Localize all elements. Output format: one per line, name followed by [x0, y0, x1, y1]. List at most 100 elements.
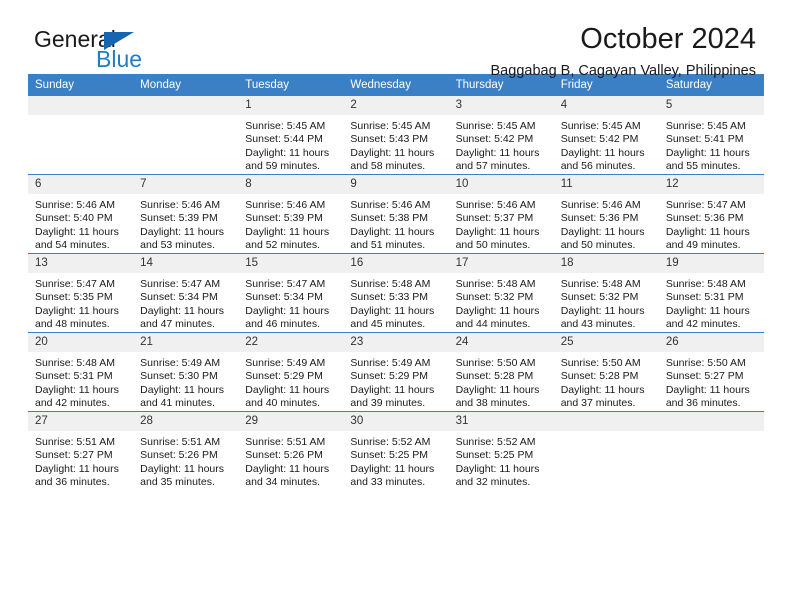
daylight-text-line1: Daylight: 11 hours	[560, 383, 645, 396]
day-number: 17	[448, 254, 554, 273]
day-number: 10	[448, 175, 554, 194]
calendar-day-cell[interactable]: 13 Sunrise: 5:47 AM Sunset: 5:35 PM Dayligh…	[28, 253, 134, 333]
day-number: 12	[658, 175, 764, 194]
calendar-day-cell[interactable]: 27 Sunrise: 5:51 AM Sunset: 5:27 PM Dayligh…	[28, 411, 134, 490]
sunrise-text: Sunrise: 5:46 AM	[245, 199, 326, 211]
daylight-text-line2: and 58 minutes.	[350, 160, 426, 173]
daylight-text-line1: Daylight: 11 hours	[245, 146, 330, 159]
weekday-sunday: Sunday	[28, 74, 134, 96]
day-number	[28, 96, 134, 115]
sunrise-text: Sunrise: 5:52 AM	[350, 436, 431, 448]
daylight-text-line1: Daylight: 11 hours	[560, 225, 645, 238]
page-subtitle: Baggabag B, Cagayan Valley, Philippines	[490, 63, 756, 79]
calendar-day-cell[interactable]: 4 Sunrise: 5:45 AM Sunset: 5:42 PM Daylight…	[553, 96, 659, 175]
daylight-text-line2: and 52 minutes.	[245, 239, 320, 252]
daylight-text-line2: and 41 minutes.	[140, 397, 215, 410]
calendar-day-cell[interactable]: 24 Sunrise: 5:50 AM Sunset: 5:28 PM Dayligh…	[448, 332, 554, 412]
day-sun-info: Sunrise: 5:45 AM Sunset: 5:43 PM Daylight:…	[343, 115, 448, 174]
daylight-text-line1: Daylight: 11 hours	[245, 462, 330, 475]
day-sun-info: Sunrise: 5:50 AM Sunset: 5:28 PM Daylight:…	[554, 352, 659, 411]
calendar-day-cell[interactable]: 5 Sunrise: 5:45 AM Sunset: 5:41 PM Daylight…	[658, 96, 764, 175]
sunset-text: Sunset: 5:39 PM	[245, 212, 323, 225]
weekday-monday: Monday	[133, 74, 239, 96]
calendar-week-row: 6 Sunrise: 5:46 AM Sunset: 5:40 PM Daylight…	[28, 174, 764, 254]
calendar-day-cell[interactable]: 3 Sunrise: 5:45 AM Sunset: 5:42 PM Daylight…	[448, 96, 554, 175]
calendar-day-cell[interactable]: 16 Sunrise: 5:48 AM Sunset: 5:33 PM Dayligh…	[343, 253, 449, 333]
calendar-day-cell[interactable]: 26 Sunrise: 5:50 AM Sunset: 5:27 PM Dayligh…	[658, 332, 764, 412]
calendar-day-cell[interactable]: 18 Sunrise: 5:48 AM Sunset: 5:32 PM Dayligh…	[553, 253, 659, 333]
day-number: 28	[133, 412, 239, 431]
calendar-day-cell[interactable]: 6 Sunrise: 5:46 AM Sunset: 5:40 PM Daylight…	[28, 174, 134, 254]
calendar-day-cell[interactable]: 8 Sunrise: 5:46 AM Sunset: 5:39 PM Daylight…	[238, 174, 344, 254]
sunrise-text: Sunrise: 5:49 AM	[245, 357, 326, 369]
daylight-text-line1: Daylight: 11 hours	[140, 462, 224, 475]
calendar-day-cell[interactable]: 2 Sunrise: 5:45 AM Sunset: 5:43 PM Daylight…	[343, 96, 449, 175]
calendar-day-cell[interactable]: 31 Sunrise: 5:52 AM Sunset: 5:25 PM Dayligh…	[448, 411, 554, 490]
sunrise-text: Sunrise: 5:49 AM	[140, 357, 221, 369]
day-number: 7	[133, 175, 239, 194]
calendar-day-cell[interactable]: 22 Sunrise: 5:49 AM Sunset: 5:29 PM Dayligh…	[238, 332, 344, 412]
logo-text-blue: Blue	[96, 46, 143, 72]
daylight-text-line2: and 54 minutes.	[35, 239, 110, 252]
day-sun-info: Sunrise: 5:46 AM Sunset: 5:38 PM Daylight:…	[343, 194, 448, 253]
sunset-text: Sunset: 5:28 PM	[560, 370, 639, 383]
daylight-text-line2: and 56 minutes.	[560, 160, 636, 173]
sunset-text: Sunset: 5:33 PM	[350, 291, 429, 304]
calendar-day-cell[interactable]: 28 Sunrise: 5:51 AM Sunset: 5:26 PM Dayligh…	[133, 411, 239, 490]
logo-general-blue[interactable]: General Blue	[34, 28, 254, 76]
day-sun-info: Sunrise: 5:52 AM Sunset: 5:25 PM Daylight:…	[343, 431, 448, 490]
sunrise-text: Sunrise: 5:48 AM	[665, 278, 746, 290]
daylight-text-line1: Daylight: 11 hours	[140, 304, 224, 317]
calendar-day-cell[interactable]: 21 Sunrise: 5:49 AM Sunset: 5:30 PM Dayligh…	[133, 332, 239, 412]
daylight-text-line1: Daylight: 11 hours	[350, 462, 435, 475]
sunset-text: Sunset: 5:34 PM	[140, 291, 218, 304]
calendar-day-cell[interactable]: 12 Sunrise: 5:47 AM Sunset: 5:36 PM Dayligh…	[658, 174, 764, 254]
sunrise-text: Sunrise: 5:50 AM	[665, 357, 746, 369]
daylight-text-line2: and 36 minutes.	[35, 476, 110, 489]
calendar-day-cell[interactable]: 29 Sunrise: 5:51 AM Sunset: 5:26 PM Dayligh…	[238, 411, 344, 490]
calendar-day-cell[interactable]: 19 Sunrise: 5:48 AM Sunset: 5:31 PM Dayligh…	[658, 253, 764, 333]
calendar-day-cell[interactable]: 17 Sunrise: 5:48 AM Sunset: 5:32 PM Dayligh…	[448, 253, 554, 333]
day-number: 26	[658, 333, 764, 352]
daylight-text-line1: Daylight: 11 hours	[350, 304, 435, 317]
daylight-text-line2: and 42 minutes.	[665, 318, 741, 331]
calendar-page: General Blue October 2024 Baggabag B, Ca…	[0, 0, 792, 612]
calendar-day-cell[interactable]: 1 Sunrise: 5:45 AM Sunset: 5:44 PM Daylight…	[238, 96, 344, 175]
calendar-day-cell[interactable]: 9 Sunrise: 5:46 AM Sunset: 5:38 PM Daylight…	[343, 174, 449, 254]
calendar-day-cell-empty	[28, 96, 134, 175]
calendar-day-cell[interactable]: 14 Sunrise: 5:47 AM Sunset: 5:34 PM Dayligh…	[133, 253, 239, 333]
calendar-day-cell[interactable]: 20 Sunrise: 5:48 AM Sunset: 5:31 PM Dayligh…	[28, 332, 134, 412]
day-number: 5	[658, 96, 764, 115]
day-sun-info: Sunrise: 5:50 AM Sunset: 5:28 PM Daylight:…	[449, 352, 554, 411]
sunset-text: Sunset: 5:27 PM	[665, 370, 744, 383]
calendar-day-cell[interactable]: 11 Sunrise: 5:46 AM Sunset: 5:36 PM Dayligh…	[553, 174, 659, 254]
calendar-day-cell-empty	[133, 96, 239, 175]
daylight-text-line1: Daylight: 11 hours	[665, 146, 750, 159]
calendar-day-cell[interactable]: 15 Sunrise: 5:47 AM Sunset: 5:34 PM Dayligh…	[238, 253, 344, 333]
calendar-week-row: 20 Sunrise: 5:48 AM Sunset: 5:31 PM Dayligh…	[28, 332, 764, 412]
calendar-day-cell[interactable]: 25 Sunrise: 5:50 AM Sunset: 5:28 PM Dayligh…	[553, 332, 659, 412]
daylight-text-line2: and 53 minutes.	[140, 239, 215, 252]
calendar-day-cell[interactable]: 7 Sunrise: 5:46 AM Sunset: 5:39 PM Daylight…	[133, 174, 239, 254]
day-number: 1	[238, 96, 344, 115]
daylight-text-line2: and 33 minutes.	[350, 476, 426, 489]
sunset-text: Sunset: 5:27 PM	[35, 449, 113, 462]
daylight-text-line2: and 46 minutes.	[245, 318, 320, 331]
sunrise-text: Sunrise: 5:45 AM	[350, 120, 431, 132]
sunrise-text: Sunrise: 5:45 AM	[455, 120, 536, 132]
calendar-day-cell[interactable]: 23 Sunrise: 5:49 AM Sunset: 5:29 PM Dayligh…	[343, 332, 449, 412]
sunrise-text: Sunrise: 5:50 AM	[455, 357, 536, 369]
page-title: October 2024	[580, 23, 756, 55]
day-sun-info: Sunrise: 5:46 AM Sunset: 5:36 PM Daylight:…	[554, 194, 659, 253]
day-sun-info: Sunrise: 5:46 AM Sunset: 5:37 PM Daylight:…	[449, 194, 554, 253]
daylight-text-line2: and 36 minutes.	[665, 397, 741, 410]
calendar-day-cell[interactable]: 10 Sunrise: 5:46 AM Sunset: 5:37 PM Dayligh…	[448, 174, 554, 254]
day-number: 31	[448, 412, 554, 431]
day-number: 30	[343, 412, 449, 431]
day-sun-info: Sunrise: 5:48 AM Sunset: 5:31 PM Daylight:…	[659, 273, 764, 332]
day-number: 9	[343, 175, 449, 194]
calendar-day-cell[interactable]: 30 Sunrise: 5:52 AM Sunset: 5:25 PM Dayligh…	[343, 411, 449, 490]
sunset-text: Sunset: 5:34 PM	[245, 291, 323, 304]
sunrise-text: Sunrise: 5:48 AM	[350, 278, 431, 290]
sunset-text: Sunset: 5:44 PM	[245, 133, 323, 146]
